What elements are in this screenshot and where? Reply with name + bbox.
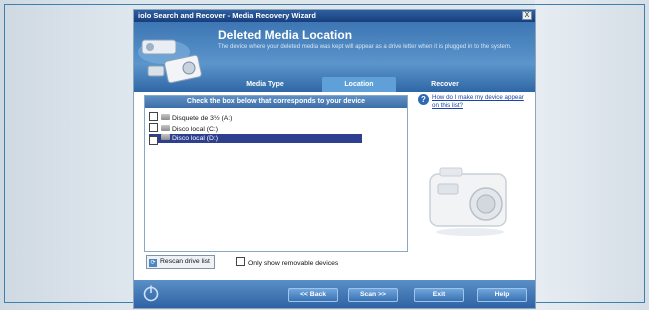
scan-button[interactable]: Scan >> — [348, 288, 398, 302]
drive-item-d[interactable]: ✓ Disco local (D:) — [149, 134, 362, 145]
drive-label-a: Disquete de 3½ (A:) — [172, 115, 233, 122]
back-button[interactable]: << Back — [288, 288, 338, 302]
iolo-logo-icon — [143, 285, 159, 302]
help-button[interactable]: Help — [477, 288, 527, 302]
hard-drive-icon — [161, 134, 170, 140]
drive-label-c: Disco local (C:) — [172, 126, 219, 133]
title-bar: iolo Search and Recover - Media Recovery… — [134, 10, 535, 22]
drive-label-d: Disco local (D:) — [172, 135, 219, 142]
frame-line-top — [4, 4, 645, 5]
header-illustration — [138, 39, 202, 84]
page-description: The device where your deleted media was … — [218, 44, 512, 50]
background-page-left — [0, 0, 134, 310]
wizard-footer: << Back Scan >> Exit Help — [134, 280, 535, 308]
refresh-icon: ⟳ — [149, 259, 157, 267]
tab-media-type[interactable]: Media Type — [222, 77, 308, 92]
tab-recover[interactable]: Recover — [410, 77, 480, 92]
frame-line-right — [644, 4, 645, 303]
exit-button[interactable]: Exit — [414, 288, 464, 302]
drive-item-a[interactable]: Disquete de 3½ (A:) — [149, 112, 233, 122]
removable-only-checkbox[interactable] — [236, 257, 245, 266]
drive-checkbox-c[interactable] — [149, 123, 158, 132]
rescan-drive-list-button[interactable]: ⟳ Rescan drive list — [146, 255, 215, 269]
floppy-drive-icon — [161, 114, 170, 120]
close-button[interactable]: X — [522, 11, 532, 20]
page-title: Deleted Media Location — [218, 28, 353, 42]
frame-line-left — [4, 4, 5, 303]
rescan-label: Rescan drive list — [160, 258, 210, 265]
drive-item-c[interactable]: Disco local (C:) — [149, 123, 219, 133]
wizard-tabs: Media Type Location Recover — [222, 77, 532, 92]
drive-checkbox-d[interactable]: ✓ — [149, 136, 158, 145]
hard-drive-icon — [161, 125, 170, 131]
help-question-icon: ? — [418, 94, 429, 105]
wizard-window: iolo Search and Recover - Media Recovery… — [134, 10, 535, 308]
drive-checkbox-a[interactable] — [149, 112, 158, 121]
removable-only-option[interactable]: Only show removable devices — [236, 257, 338, 268]
window-title: iolo Search and Recover - Media Recovery… — [138, 11, 316, 20]
background-page-right — [535, 0, 649, 310]
tab-location[interactable]: Location — [322, 77, 396, 92]
removable-only-label: Only show removable devices — [248, 260, 339, 267]
wizard-header: Deleted Media Location The device where … — [134, 22, 535, 92]
camera-illustration — [429, 167, 507, 236]
device-help-link[interactable]: How do I make my device appear on this l… — [432, 94, 532, 110]
drive-selection-panel: Check the box below that corresponds to … — [144, 95, 408, 252]
panel-header: Check the box below that corresponds to … — [145, 96, 407, 108]
